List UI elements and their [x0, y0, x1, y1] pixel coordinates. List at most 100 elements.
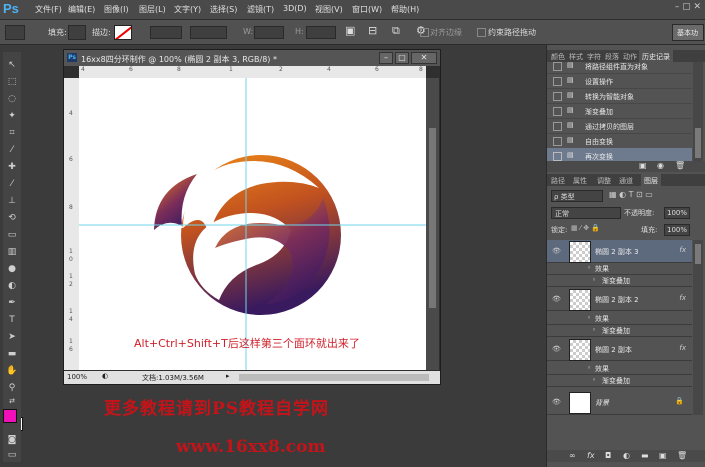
fx-icon[interactable]: fx	[679, 344, 686, 352]
menu-3d[interactable]: 3D(D)	[283, 4, 307, 13]
tab-adjustments[interactable]: 调整	[597, 176, 611, 186]
tool-preset-picker[interactable]	[5, 25, 25, 40]
eyedropper-icon[interactable]: ⁄	[6, 145, 18, 156]
dodge-tool-icon[interactable]: ◐	[6, 281, 18, 292]
stroke-swatch[interactable]	[114, 25, 132, 40]
fill-field[interactable]: 100%	[664, 224, 690, 236]
effect-eye-icon[interactable]: ◦	[592, 276, 596, 284]
opacity-field[interactable]: 100%	[664, 207, 690, 219]
blend-mode-dropdown[interactable]: 正常	[551, 207, 621, 219]
effect-eye-icon[interactable]: ◦	[592, 376, 596, 384]
tab-paths[interactable]: 路径	[551, 176, 565, 186]
history-item[interactable]: ▤ 设置操作	[547, 73, 692, 89]
path-alignment-icon[interactable]: ⊟	[368, 24, 377, 37]
camera-icon[interactable]: ◉	[657, 161, 664, 170]
layer-row-selected[interactable]: 👁 椭圆 2 副本 3 fx	[547, 240, 692, 263]
foreground-color-swatch[interactable]	[3, 409, 17, 423]
gradient-overlay-row[interactable]: ◦ 渐变叠加	[547, 374, 692, 387]
history-item[interactable]: ▤ 自由变换	[547, 133, 692, 149]
eraser-tool-icon[interactable]: ▭	[6, 230, 18, 241]
adjustment-layer-icon[interactable]: ◐	[623, 451, 630, 460]
menu-image[interactable]: 图像(I)	[104, 4, 129, 15]
add-mask-icon[interactable]: ◘	[605, 451, 611, 460]
shape-tool-icon[interactable]: ▬	[6, 349, 18, 360]
link-layers-icon[interactable]: ∞	[569, 451, 576, 460]
effect-eye-icon[interactable]: ◦	[592, 326, 596, 334]
gradient-tool-icon[interactable]: ▥	[6, 247, 18, 258]
layer-row[interactable]: 👁 椭圆 2 副本 2 fx	[547, 288, 692, 311]
history-scrollbar[interactable]	[693, 62, 703, 166]
zoom-tool-icon[interactable]: ⚲	[6, 383, 18, 394]
move-tool-icon[interactable]: ↖	[6, 60, 18, 71]
menu-layer[interactable]: 图层(L)	[139, 4, 166, 15]
new-group-icon[interactable]: ▬	[641, 451, 649, 460]
height-field[interactable]	[306, 26, 336, 39]
hand-tool-icon[interactable]: ✋	[6, 366, 18, 377]
zoom-level[interactable]: 100%	[67, 373, 87, 381]
trash-icon[interactable]: 🗑	[675, 161, 685, 170]
menu-view[interactable]: 视图(V)	[315, 4, 343, 15]
fx-icon[interactable]: fx	[679, 246, 686, 254]
add-style-icon[interactable]: fx	[587, 451, 595, 460]
menu-filter[interactable]: 滤镜(T)	[247, 4, 274, 15]
history-brush-icon[interactable]: ⟲	[6, 213, 18, 224]
layers-scrollbar[interactable]	[693, 240, 703, 415]
effects-eye-icon[interactable]: ◦	[587, 314, 591, 322]
layer-name[interactable]: 背景	[595, 398, 609, 408]
maximize-doc-icon[interactable]: ▢	[395, 52, 409, 64]
eye-icon[interactable]: 👁	[552, 398, 561, 406]
crop-tool-icon[interactable]: ⌗	[6, 128, 18, 139]
layer-name[interactable]: 椭圆 2 副本	[595, 345, 632, 355]
layer-filter-dropdown[interactable]: ρ 类型	[551, 190, 603, 202]
eye-icon[interactable]: 👁	[552, 295, 561, 303]
close-doc-icon[interactable]: ✕	[411, 52, 437, 64]
swap-colors-icon[interactable]: ⇄	[6, 396, 18, 407]
vertical-scrollbar[interactable]	[426, 78, 439, 370]
align-edges-checkbox[interactable]	[420, 28, 429, 37]
workspace-switcher[interactable]: 基本功	[672, 24, 704, 41]
new-document-icon[interactable]: ▣	[639, 161, 647, 170]
menu-edit[interactable]: 编辑(E)	[68, 4, 95, 15]
status-icon[interactable]: ◐	[102, 372, 108, 380]
stroke-width-field[interactable]	[150, 26, 182, 39]
healing-brush-icon[interactable]: ✚	[6, 162, 18, 173]
delete-layer-icon[interactable]: 🗑	[677, 451, 687, 460]
menu-type[interactable]: 文字(Y)	[174, 4, 201, 15]
lock-icons[interactable]: ▦ ⁄ ✥ 🔒	[571, 224, 600, 232]
clone-stamp-icon[interactable]: ⊥	[6, 196, 18, 207]
marquee-tool-icon[interactable]: ⬚	[6, 77, 18, 88]
history-item[interactable]: ▤ 转换为智能对象	[547, 88, 692, 104]
filter-icons[interactable]: ▦ ◐ T ⊡ ▭	[609, 190, 653, 199]
magic-wand-icon[interactable]: ✦	[6, 111, 18, 122]
gradient-overlay-row[interactable]: ◦ 渐变叠加	[547, 274, 692, 287]
tab-properties[interactable]: 属性	[573, 176, 587, 186]
quick-mask-icon[interactable]: ◙	[6, 435, 18, 446]
status-menu-icon[interactable]: ▸	[226, 372, 230, 380]
tab-layers[interactable]: 图层	[641, 174, 661, 188]
horizontal-scrollbar[interactable]	[239, 374, 429, 381]
width-field[interactable]	[254, 26, 284, 39]
type-tool-icon[interactable]: T	[6, 315, 18, 326]
eye-icon[interactable]: 👁	[552, 247, 561, 255]
constrain-path-checkbox[interactable]	[477, 28, 486, 37]
eye-icon[interactable]: 👁	[552, 345, 561, 353]
canvas[interactable]: Alt+Ctrl+Shift+T后这样第三个面环就出来了	[79, 78, 426, 370]
path-operations-icon[interactable]: ▣	[345, 24, 355, 37]
layer-name[interactable]: 椭圆 2 副本 3	[595, 247, 639, 257]
history-item[interactable]: ▤ 将路径组件直为对象	[547, 58, 692, 74]
menu-help[interactable]: 帮助(H)	[391, 4, 419, 15]
menu-window[interactable]: 窗口(W)	[352, 4, 382, 15]
document-title-bar[interactable]: Ps 16xx8四分环制作 @ 100% (椭圆 2 副本 3, RGB/8) …	[64, 50, 440, 66]
effects-eye-icon[interactable]: ◦	[587, 364, 591, 372]
stroke-type-dropdown[interactable]	[190, 26, 227, 39]
lasso-tool-icon[interactable]: ◌	[6, 94, 18, 105]
screen-mode-icon[interactable]: ▭	[6, 450, 18, 461]
menu-file[interactable]: 文件(F)	[35, 4, 62, 15]
menu-select[interactable]: 选择(S)	[210, 4, 237, 15]
window-controls[interactable]: – ▢ ✕	[675, 2, 701, 12]
new-layer-icon[interactable]: ▣	[659, 451, 667, 460]
pen-tool-icon[interactable]: ✒	[6, 298, 18, 309]
path-arrangement-icon[interactable]: ⧉	[392, 24, 400, 38]
layer-name[interactable]: 椭圆 2 副本 2	[595, 295, 639, 305]
gradient-overlay-row[interactable]: ◦ 渐变叠加	[547, 324, 692, 337]
